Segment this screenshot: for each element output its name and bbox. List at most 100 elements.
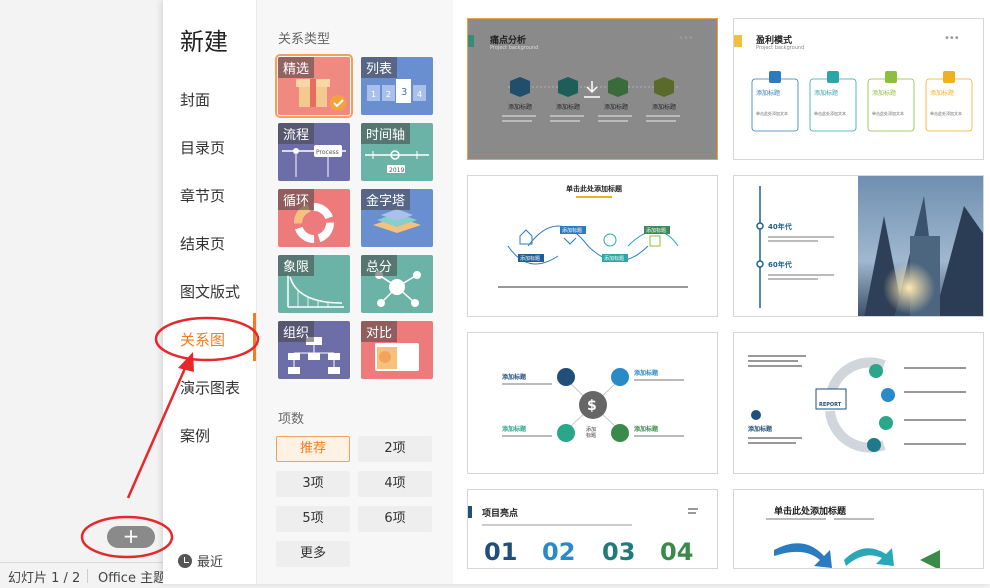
- nav-item-chart[interactable]: 演示图表: [180, 377, 240, 398]
- template-card-arrows[interactable]: 单击此处添加标题: [733, 489, 984, 569]
- highlight-number: 03: [602, 538, 635, 566]
- clock-icon: [178, 554, 192, 568]
- category-label: 象限: [278, 255, 315, 276]
- category-label: 精选: [278, 57, 315, 78]
- recent-label: 最近: [197, 555, 224, 570]
- template-label: 添加标题: [756, 89, 780, 97]
- category-label: 列表: [361, 57, 398, 78]
- category-label: 金字塔: [361, 189, 411, 210]
- category-pyramid[interactable]: 金字塔: [361, 189, 433, 247]
- template-card-cycle-report[interactable]: 添加标题 REPORT: [733, 332, 984, 474]
- template-label: 添加标题: [604, 255, 624, 262]
- count-heading: 项数: [278, 412, 305, 427]
- nav-item-case[interactable]: 案例: [180, 425, 210, 446]
- template-label: 添加标题: [604, 103, 628, 111]
- report-label: REPORT: [819, 402, 842, 408]
- category-compare[interactable]: 对比: [361, 321, 433, 379]
- template-label: 添加标题: [646, 227, 666, 234]
- category-label: 循环: [278, 189, 315, 210]
- nav-item-layout[interactable]: 图文版式: [180, 281, 240, 302]
- timeline-year: 2019: [389, 167, 404, 174]
- template-graphic: 添加标题 添加标题 添加标题 添加标题: [498, 196, 688, 288]
- template-label: 添加标题: [520, 255, 540, 262]
- category-list[interactable]: 1 2 3 4 列表: [361, 57, 433, 115]
- nav-item-cover[interactable]: 封面: [180, 89, 210, 110]
- category-label: 时间轴: [361, 123, 411, 144]
- timeline-label: 40年代: [768, 222, 792, 231]
- highlight-number: 02: [542, 538, 575, 566]
- svg-text:$: $: [587, 398, 597, 414]
- timeline-label: 60年代: [768, 260, 792, 269]
- count-6[interactable]: 6项: [358, 506, 432, 532]
- status-divider: [87, 569, 88, 583]
- count-3[interactable]: 3项: [276, 471, 350, 497]
- template-card-profit-model[interactable]: 盈利模式 Project background ••• 添加标题 添加标题 添加…: [733, 18, 984, 160]
- template-label: 添加标题: [634, 369, 659, 377]
- category-org[interactable]: 组织: [278, 321, 350, 379]
- recent-button[interactable]: 最近: [178, 551, 223, 570]
- template-graphic: 添加标题 添加标题 添加标题 添加标题: [502, 77, 680, 122]
- template-label: 添加标题: [562, 227, 582, 234]
- template-graphic: $ 添加标题 添加标题 添加标题 添加标题 添加 标题: [502, 368, 684, 442]
- panel-title: 新建: [180, 28, 228, 56]
- category-process[interactable]: Process 流程: [278, 123, 350, 181]
- template-card-pain-points[interactable]: 痛点分析 Project background ••• 添加标题 添加标题 添加…: [467, 18, 718, 160]
- template-label: 添加标题: [930, 89, 954, 97]
- svg-text:1: 1: [371, 90, 376, 99]
- nav-item-toc[interactable]: 目录页: [180, 137, 225, 158]
- highlight-number: 01: [484, 538, 517, 566]
- template-card-timeline-photo[interactable]: 40年代 60年代: [733, 175, 984, 317]
- nav-item-end[interactable]: 结束页: [180, 233, 225, 254]
- template-graphic: 添加标题 REPORT: [748, 355, 966, 453]
- template-graphic: 添加标题 添加标题 添加标题 添加标题 单击此处添加文本 单击此处添加文本 单击…: [751, 71, 973, 132]
- template-desc: 单击此处添加文本: [930, 110, 962, 116]
- svg-text:4: 4: [417, 90, 422, 99]
- template-label: 添加标题: [508, 103, 532, 111]
- svg-text:2: 2: [386, 90, 391, 99]
- template-label: 添加标题: [502, 425, 527, 433]
- slide-counter: 幻灯片 1 / 2: [8, 571, 81, 586]
- template-label: 添加标题: [556, 103, 580, 111]
- theme-name[interactable]: Office 主题: [98, 567, 166, 586]
- template-label: 添加标题: [748, 425, 773, 433]
- nav-item-relation[interactable]: 关系图: [180, 329, 225, 350]
- category-label: 总分: [361, 255, 398, 276]
- process-word: Process: [316, 149, 339, 156]
- category-column: 关系类型 精选 1 2 3 4 列表 Process 流程 2019 时间轴 循…: [257, 0, 453, 584]
- count-5[interactable]: 5项: [276, 506, 350, 532]
- template-card-hub[interactable]: $ 添加标题 添加标题 添加标题 添加标题 添加 标题: [467, 332, 718, 474]
- category-featured[interactable]: 精选: [275, 54, 353, 118]
- new-slide-panel: 新建 封面 目录页 章节页 结束页 图文版式 关系图 演示图表 案例 最近 关系…: [163, 0, 990, 584]
- template-grid: 痛点分析 Project background ••• 添加标题 添加标题 添加…: [453, 0, 990, 584]
- category-label: 流程: [278, 123, 315, 144]
- template-label: 添加标题: [634, 425, 659, 433]
- template-label: 添加标题: [814, 89, 838, 97]
- count-4[interactable]: 4项: [358, 471, 432, 497]
- template-graphic: [766, 518, 940, 568]
- template-desc: 单击此处添加文本: [756, 110, 788, 116]
- svg-text:标题: 标题: [586, 432, 596, 439]
- template-graphic: 40年代 60年代: [756, 176, 983, 316]
- category-cycle[interactable]: 循环: [278, 189, 350, 247]
- category-label: 组织: [278, 321, 315, 342]
- template-graphic: 01 02 03 04: [482, 508, 698, 566]
- panel-nav: 新建 封面 目录页 章节页 结束页 图文版式 关系图 演示图表 案例 最近: [163, 0, 257, 584]
- template-card-highlights[interactable]: 项目亮点 01 02 03 04: [467, 489, 718, 569]
- category-quadrant[interactable]: 象限: [278, 255, 350, 313]
- count-2[interactable]: 2项: [358, 436, 432, 462]
- nav-item-section[interactable]: 章节页: [180, 185, 225, 206]
- category-timeline[interactable]: 2019 时间轴: [361, 123, 433, 181]
- count-recommended[interactable]: 推荐: [276, 436, 350, 462]
- category-heading: 关系类型: [278, 32, 331, 47]
- svg-text:3: 3: [401, 87, 407, 98]
- template-desc: 单击此处添加文本: [814, 110, 846, 116]
- count-more[interactable]: 更多: [276, 541, 350, 567]
- category-hub[interactable]: 总分: [361, 255, 433, 313]
- template-desc: 单击此处添加文本: [872, 110, 904, 116]
- add-slide-button[interactable]: +: [107, 526, 155, 548]
- highlight-number: 04: [660, 538, 693, 566]
- template-label: 添加标题: [502, 373, 527, 381]
- category-label: 对比: [361, 321, 398, 342]
- template-label: 添加标题: [872, 89, 896, 97]
- template-card-flow[interactable]: 单击此处添加标题 添加标题 添加标题 添加标题 添加标题: [467, 175, 718, 317]
